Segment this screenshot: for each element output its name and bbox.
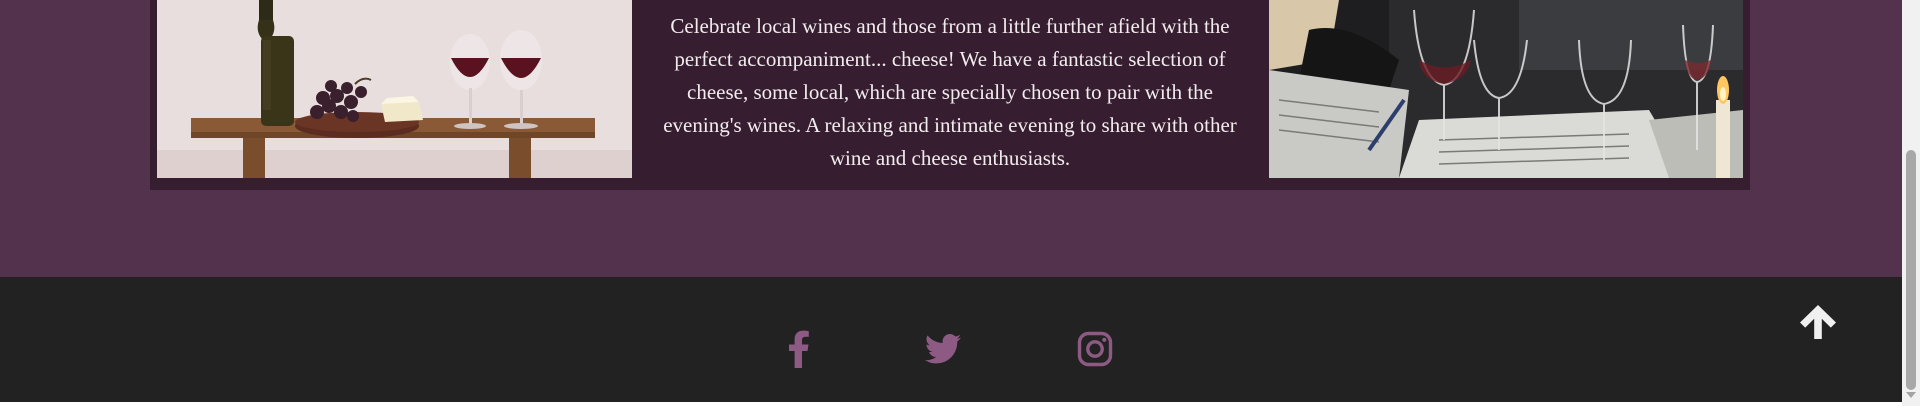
- vertical-scrollbar[interactable]: [1902, 0, 1920, 406]
- wine-and-cheese-image: [157, 0, 632, 178]
- instagram-icon: [1077, 331, 1113, 367]
- instagram-link[interactable]: [1065, 319, 1125, 379]
- back-to-top-button[interactable]: [1792, 298, 1844, 350]
- wine-tasting-image: [1269, 0, 1743, 178]
- scrollbar-thumb[interactable]: [1906, 150, 1916, 390]
- twitter-link[interactable]: [913, 319, 973, 379]
- content-area: Celebrate local wines and those from a l…: [0, 0, 1902, 277]
- site-footer: [0, 277, 1902, 402]
- arrow-up-icon: [1799, 304, 1837, 345]
- twitter-icon: [925, 334, 961, 364]
- scroll-down-arrow-icon[interactable]: [1906, 392, 1916, 398]
- facebook-link[interactable]: [769, 319, 829, 379]
- page-bottom-edge: [0, 402, 1902, 406]
- facebook-icon: [789, 330, 809, 368]
- event-description: Celebrate local wines and those from a l…: [663, 14, 1237, 170]
